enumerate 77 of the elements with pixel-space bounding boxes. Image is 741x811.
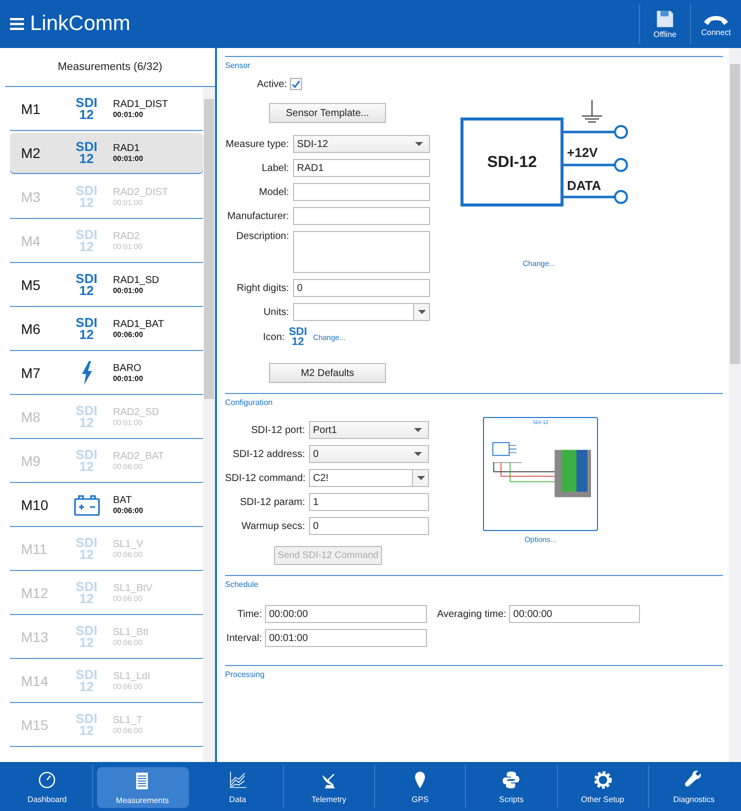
sdi-icon: SDI 12 — [76, 272, 98, 296]
dropdown[interactable]: SDI-12 — [293, 135, 430, 153]
section-title: Sensor — [225, 61, 252, 70]
nav-tab[interactable]: Measurements — [97, 767, 188, 808]
field-label: Measure type: — [225, 138, 289, 150]
list-heading: Measurements (6/32) — [5, 48, 215, 87]
sdi-icon: SDI 12 — [76, 404, 98, 428]
field-label: Right digits: — [236, 282, 289, 294]
lightning-icon — [80, 360, 92, 384]
input-field[interactable]: 00:00:00 — [265, 605, 427, 623]
field-label: Active: — [257, 78, 288, 90]
snake-logo-icon — [501, 770, 522, 790]
sdi-icon: SDI 12 — [76, 624, 98, 648]
sdi-icon: SDI 12 — [76, 184, 98, 208]
sdi-icon: SDI 12 — [76, 668, 98, 692]
sdi-icon: SDI 12 — [76, 140, 98, 164]
app-title: LinkComm — [30, 12, 130, 36]
gauge-icon — [37, 770, 58, 790]
section-title: Configuration — [225, 398, 274, 407]
sdi-icon: SDI 12 — [76, 96, 98, 120]
sdi-icon: SDI 12 — [76, 228, 98, 252]
combo-box[interactable] — [293, 303, 430, 321]
field-label: Time: — [236, 608, 262, 620]
nav-tab[interactable]: Data — [192, 765, 284, 808]
sdi-icon: SDI 12 — [76, 448, 98, 472]
nav-tab[interactable]: Telemetry — [284, 765, 375, 808]
sdi-icon: SDI 12 — [76, 712, 98, 736]
input-field[interactable]: 00:00:00 — [509, 605, 640, 623]
nav-tab[interactable]: Scripts — [466, 765, 558, 808]
scrollbar[interactable] — [729, 48, 741, 762]
toolbar-button[interactable]: Offline — [639, 4, 690, 44]
field-label: Model: — [258, 186, 289, 198]
field-label: Units: — [262, 306, 289, 318]
sdi-icon: SDI 12 — [76, 580, 98, 604]
sensor-template-button[interactable]: Sensor Template... — [269, 103, 386, 123]
menu-icon[interactable] — [10, 18, 24, 30]
nav-tab[interactable]: Other Setup — [558, 765, 649, 808]
scrollbar[interactable] — [203, 87, 215, 762]
nav-tab[interactable]: GPS — [375, 765, 466, 808]
nav-tab[interactable]: Diagnostics — [648, 765, 739, 808]
wrench-icon — [684, 770, 704, 790]
sdi-icon: SDI 12 — [76, 316, 98, 340]
text-area[interactable] — [293, 231, 430, 273]
sdi-icon: SDI 12 — [288, 327, 308, 347]
battery-icon — [74, 494, 100, 516]
input-field[interactable]: 0 — [309, 517, 429, 535]
nav-tab[interactable]: Dashboard — [2, 765, 94, 808]
input-field[interactable]: 1 — [309, 493, 429, 511]
field-label: Label: — [260, 162, 289, 174]
section-title: Schedule — [225, 580, 260, 589]
toolbar-button[interactable]: Connect — [690, 4, 741, 44]
field-label: SDI-12 address: — [232, 448, 305, 460]
field-label: SDI-12 port: — [250, 424, 305, 436]
combo-box[interactable]: C2! — [309, 469, 429, 487]
input-field[interactable]: 0 — [293, 279, 430, 297]
settings-icon — [592, 770, 613, 790]
field-label: Warmup secs: — [240, 520, 305, 532]
wiring-diagram-drawing: SDI-12 +12V DATA — [460, 99, 630, 209]
section-title: Processing — [225, 670, 266, 679]
field-label: Averaging time: — [437, 608, 506, 620]
input-field[interactable]: 00:01:00 — [265, 629, 427, 647]
field-label: SDI-12 command: — [225, 472, 305, 484]
sdi-icon: SDI 12 — [76, 536, 98, 560]
field-label: Interval: — [225, 632, 262, 644]
chart-icon — [228, 770, 248, 790]
field-label: Manufacturer: — [226, 210, 289, 222]
defaults-button[interactable]: M2 Defaults — [269, 363, 386, 383]
input-field[interactable] — [293, 183, 430, 201]
active-checkbox[interactable] — [290, 78, 302, 90]
field-label: Description: — [235, 231, 289, 242]
input-field[interactable]: RAD1 — [293, 159, 430, 177]
floppy-icon — [655, 10, 675, 28]
input-field[interactable] — [293, 207, 430, 225]
dropdown[interactable]: Port1 — [309, 421, 429, 439]
field-label: SDI-12 param: — [238, 496, 305, 508]
dropdown[interactable]: 0 — [309, 445, 429, 463]
field-label: Icon: — [263, 332, 285, 342]
